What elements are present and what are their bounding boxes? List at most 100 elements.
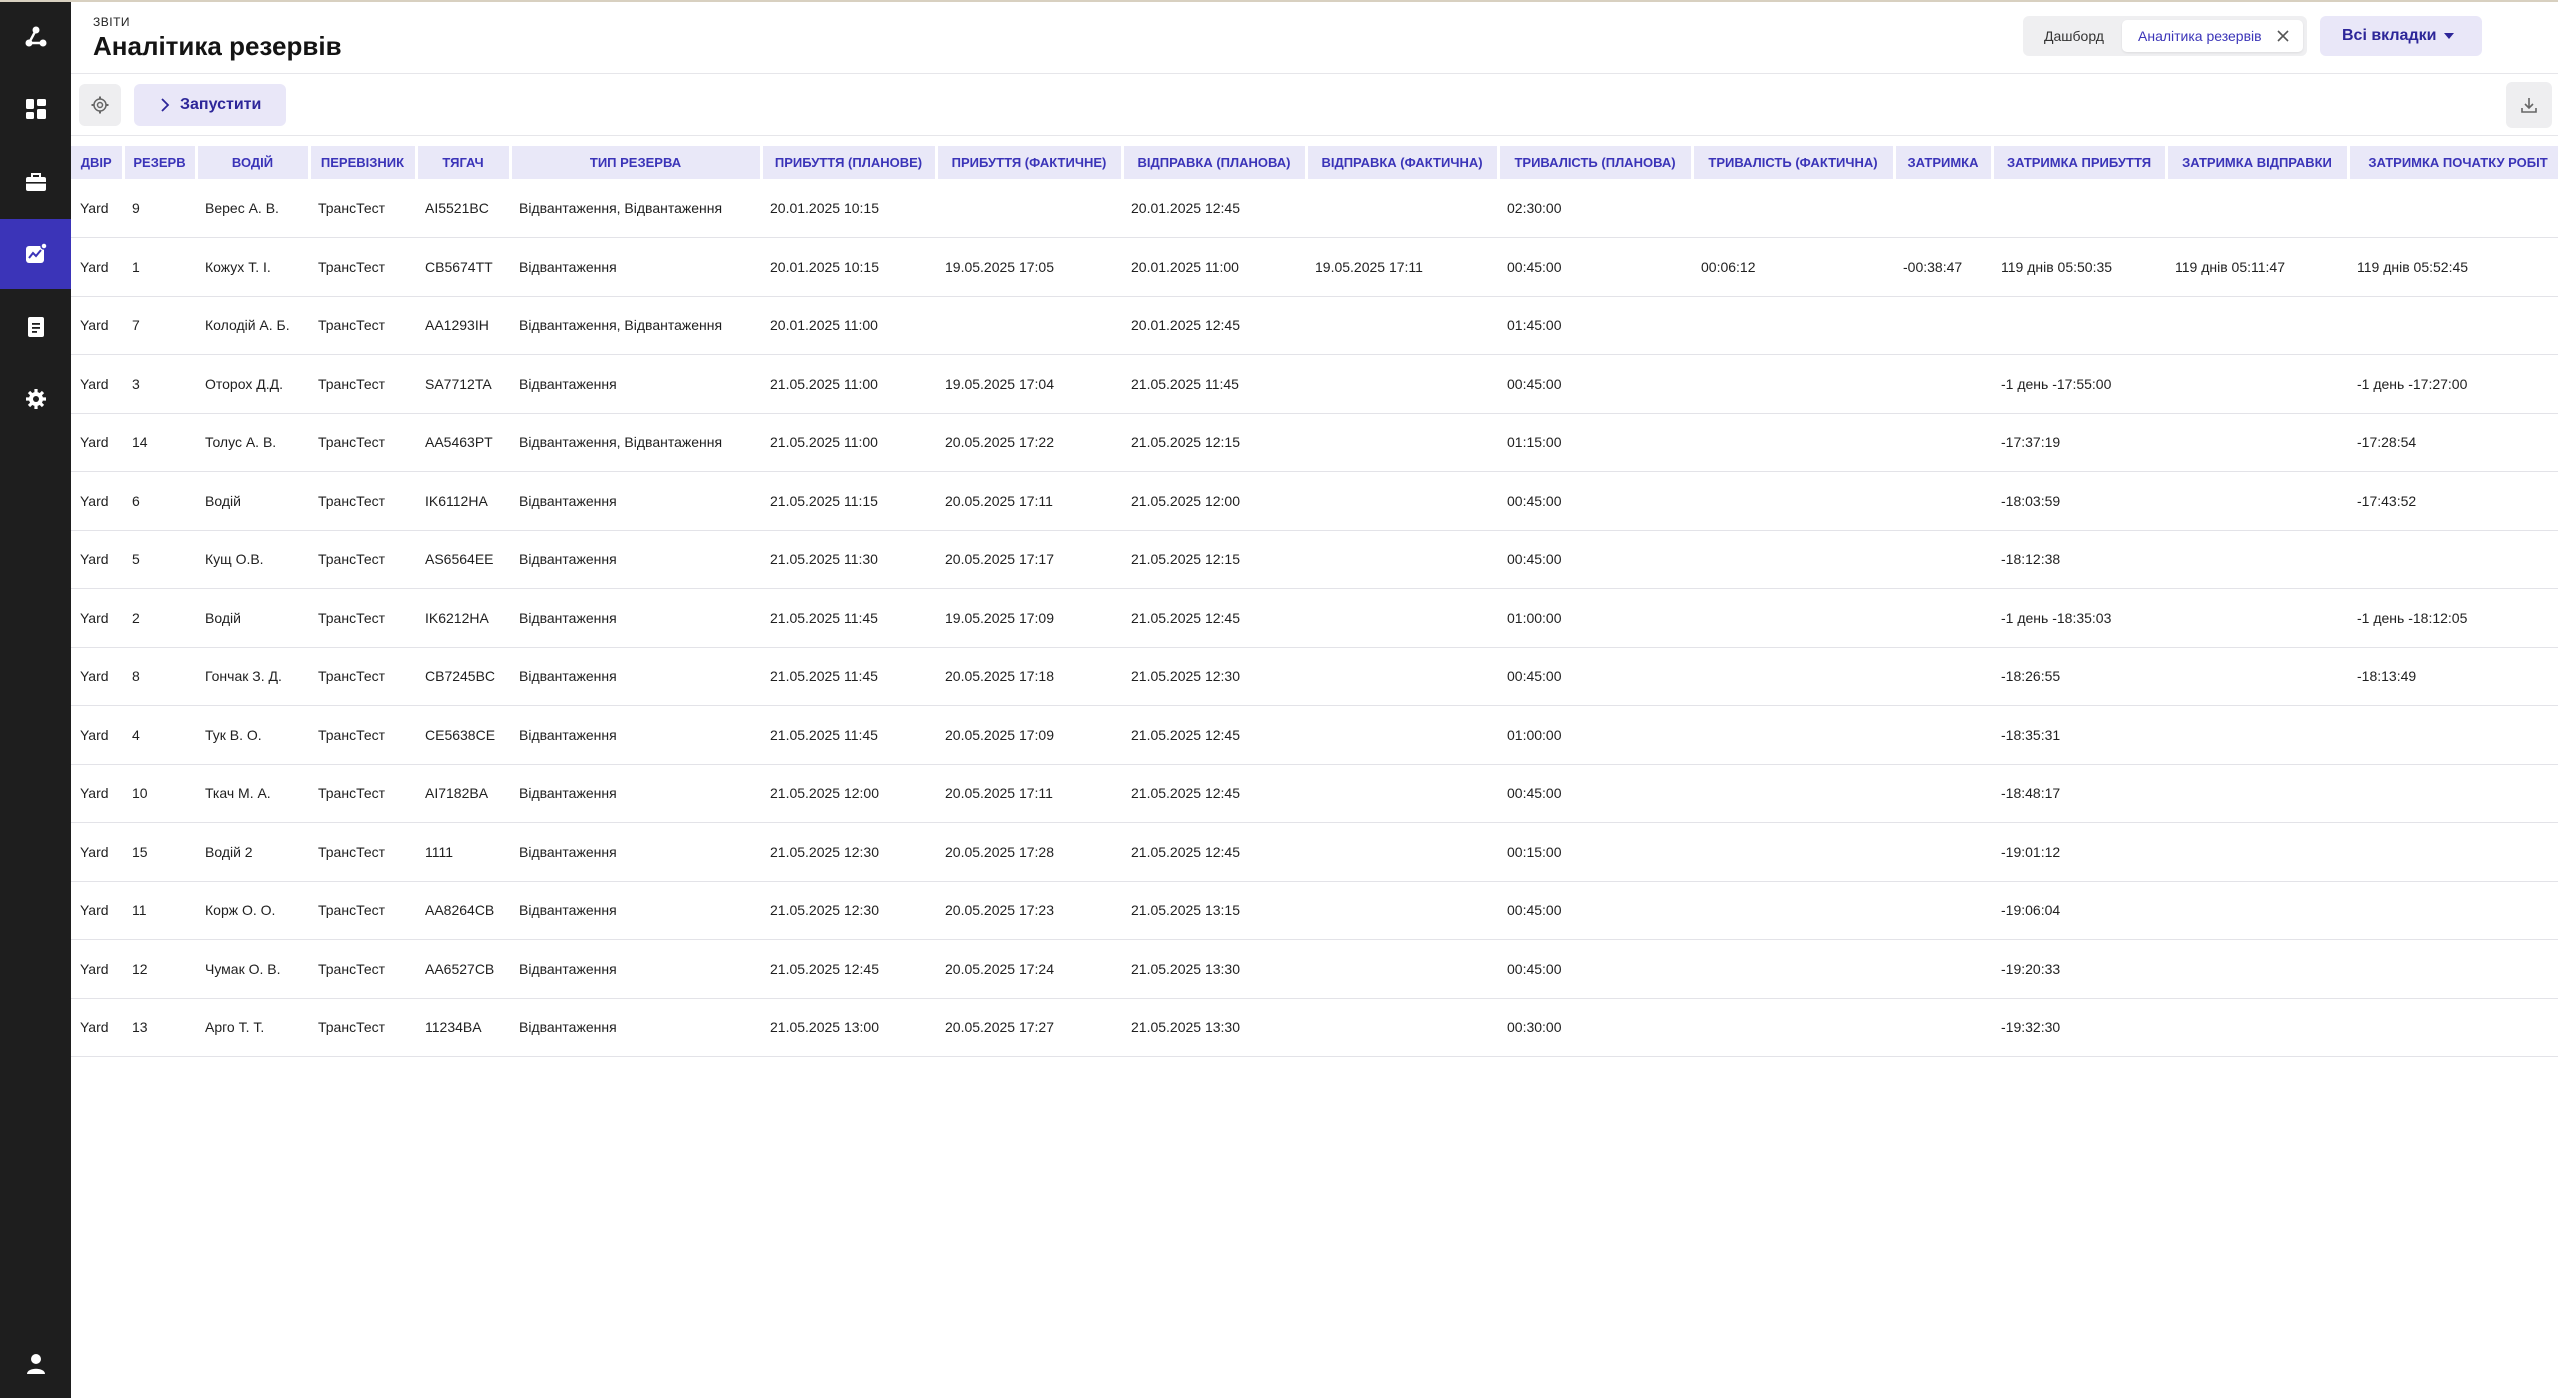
table-cell: AS6564EE (416, 530, 510, 589)
column-header[interactable]: ВІДПРАВКА (ПЛАНОВА) (1122, 146, 1308, 179)
column-header[interactable]: ПРИБУТТЯ (ФАКТИЧНЕ) (936, 146, 1124, 179)
tab-dashboard[interactable]: Дашборд (2029, 20, 2119, 52)
table-header-row: ДВІР РЕЗЕРВ ВОДІЙ ПЕРЕВІЗНИК ТЯГАЧ ТИП РЕЗЕРВ… (71, 146, 2558, 179)
table-row[interactable]: Yard 7 Колодій А. Б. ТрансТест AA1293IH Відва… (71, 296, 2558, 355)
table-cell: 21.05.2025 13:30 (1122, 939, 1306, 999)
table-cell: 7 (123, 296, 196, 355)
table-cell: 00:45:00 (1498, 939, 1692, 999)
table-cell: 21.05.2025 12:45 (1122, 764, 1306, 823)
table-cell (1992, 296, 2166, 355)
table-cell: Кущ О.В. (196, 530, 309, 589)
table-cell: Відвантаження (510, 881, 761, 940)
user-icon (26, 1354, 45, 1374)
column-header[interactable]: ТИП РЕЗЕРВА (510, 146, 763, 179)
column-header[interactable]: ЗАТРИМКА ПРИБУТТЯ (1992, 146, 2168, 179)
table-cell: 20.01.2025 12:45 (1122, 296, 1306, 355)
column-header[interactable]: ТРИВАЛІСТЬ (ФАКТИЧНА) (1692, 146, 1896, 179)
table-cell: AA1293IH (416, 296, 510, 355)
sidebar-item-profile[interactable] (0, 1329, 71, 1398)
table-row[interactable]: Yard 2 Водій ТрансТест IK6212HA Відвантаження… (71, 588, 2558, 648)
table-cell: 00:45:00 (1498, 237, 1692, 297)
run-button[interactable]: Запустити (134, 84, 286, 126)
table-cell: AI5521BC (416, 179, 510, 238)
sidebar-item-analytics[interactable] (0, 219, 71, 289)
tab-reserve-analytics[interactable]: Аналітика резервів (2122, 20, 2303, 52)
table-cell (1306, 939, 1498, 999)
table-cell: 19.05.2025 17:09 (936, 588, 1122, 648)
table-cell: -18:35:31 (1992, 705, 2166, 765)
table-row[interactable]: Yard 14 Толус А. В. ТрансТест AA5463PT Відван… (71, 413, 2558, 472)
table-cell (1894, 588, 1992, 648)
report-settings-button[interactable] (79, 84, 121, 126)
sidebar-item-dashboard[interactable] (0, 74, 71, 144)
table-row[interactable]: Yard 5 Кущ О.В. ТрансТест AS6564EE Відвантаже… (71, 530, 2558, 589)
table-cell: 20.05.2025 17:11 (936, 764, 1122, 823)
table-cell: ТрансТест (309, 296, 416, 355)
table-cell: 00:45:00 (1498, 471, 1692, 531)
table-cell (1692, 822, 1894, 882)
column-header[interactable]: ДВІР (71, 146, 125, 179)
table-cell: -18:26:55 (1992, 647, 2166, 706)
column-header[interactable]: ТРИВАЛІСТЬ (ПЛАНОВА) (1498, 146, 1694, 179)
table-cell: 20.01.2025 12:45 (1122, 179, 1306, 238)
table-cell: 119 днів 05:11:47 (2166, 237, 2348, 297)
table-cell: Відвантаження (510, 998, 761, 1057)
column-header[interactable]: ТЯГАЧ (416, 146, 512, 179)
table-cell: Колодій А. Б. (196, 296, 309, 355)
all-tabs-dropdown[interactable]: Всі вкладки (2320, 16, 2482, 56)
close-icon[interactable] (2275, 28, 2291, 44)
table-cell: 21.05.2025 12:00 (761, 764, 936, 823)
sidebar-item-settings[interactable] (0, 364, 71, 434)
table-cell: ТрансТест (309, 354, 416, 414)
table-cell: 01:00:00 (1498, 705, 1692, 765)
table-cell: 19.05.2025 17:11 (1306, 237, 1498, 297)
column-header[interactable]: РЕЗЕРВ (123, 146, 198, 179)
table-cell (2166, 705, 2348, 765)
table-cell (1692, 705, 1894, 765)
table-cell: 3 (123, 354, 196, 414)
table-row[interactable]: Yard 12 Чумак О. В. ТрансТест AA6527CB Відван… (71, 939, 2558, 999)
column-header[interactable]: ЗАТРИМКА (1894, 146, 1994, 179)
table-row[interactable]: Yard 11 Корж О. О. ТрансТест AA8264CB Відвант… (71, 881, 2558, 940)
table-cell (2348, 822, 2558, 882)
table-row[interactable]: Yard 10 Ткач М. А. ТрансТест AI7182BA Відвант… (71, 764, 2558, 823)
table-cell: 21.05.2025 12:30 (761, 881, 936, 940)
table-cell: Відвантаження (510, 588, 761, 648)
table-cell: 21.05.2025 13:30 (1122, 998, 1306, 1057)
table-row[interactable]: Yard 9 Верес А. В. ТрансТест AI5521BC Відвант… (71, 179, 2558, 238)
app-logo[interactable] (0, 2, 71, 72)
table-cell: Yard (71, 647, 123, 706)
table-cell: Відвантаження, Відвантаження (510, 179, 761, 238)
table-cell: CB5674TT (416, 237, 510, 297)
sidebar-item-documents[interactable] (0, 292, 71, 362)
table-row[interactable]: Yard 6 Водій ТрансТест IK6112HA Відвантаження… (71, 471, 2558, 531)
column-header[interactable]: ПРИБУТТЯ (ПЛАНОВЕ) (761, 146, 938, 179)
table-cell: Водій (196, 588, 309, 648)
column-header[interactable]: ПЕРЕВІЗНИК (309, 146, 418, 179)
table-cell: Yard (71, 179, 123, 238)
table-row[interactable]: Yard 8 Гончак З. Д. ТрансТест CB7245BC Відван… (71, 647, 2558, 706)
table-row[interactable]: Yard 4 Тук В. О. ТрансТест CE5638CE Відвантаж… (71, 705, 2558, 765)
column-header[interactable]: ЗАТРИМКА ПОЧАТКУ РОБІТ (2348, 146, 2558, 179)
briefcase-icon (25, 173, 46, 191)
table-row[interactable]: Yard 3 Оторох Д.Д. ТрансТест SA7712TA Відвант… (71, 354, 2558, 414)
table-row[interactable]: Yard 13 Арго Т. Т. ТрансТест 11234BA Відванта… (71, 998, 2558, 1057)
table-cell: 00:45:00 (1498, 881, 1692, 940)
table-cell: 01:45:00 (1498, 296, 1692, 355)
table-cell (1692, 471, 1894, 531)
table-cell: 119 днів 05:50:35 (1992, 237, 2166, 297)
table-cell (2166, 764, 2348, 823)
table-row[interactable]: Yard 15 Водій 2 ТрансТест 1111 Відвантаження 2… (71, 822, 2558, 882)
column-header[interactable]: ЗАТРИМКА ВІДПРАВКИ (2166, 146, 2350, 179)
table-row[interactable]: Yard 1 Кожух Т. І. ТрансТест CB5674TT Відвант… (71, 237, 2558, 297)
table-cell: 20.05.2025 17:28 (936, 822, 1122, 882)
table-cell: ТрансТест (309, 764, 416, 823)
download-button[interactable] (2506, 82, 2552, 128)
table-cell: -18:03:59 (1992, 471, 2166, 531)
dashboard-icon (25, 99, 46, 119)
sidebar-item-yards[interactable] (0, 147, 71, 217)
column-header[interactable]: ВІДПРАВКА (ФАКТИЧНА) (1306, 146, 1500, 179)
table-cell (1894, 471, 1992, 531)
table-cell: 119 днів 05:52:45 (2348, 237, 2558, 297)
column-header[interactable]: ВОДІЙ (196, 146, 311, 179)
